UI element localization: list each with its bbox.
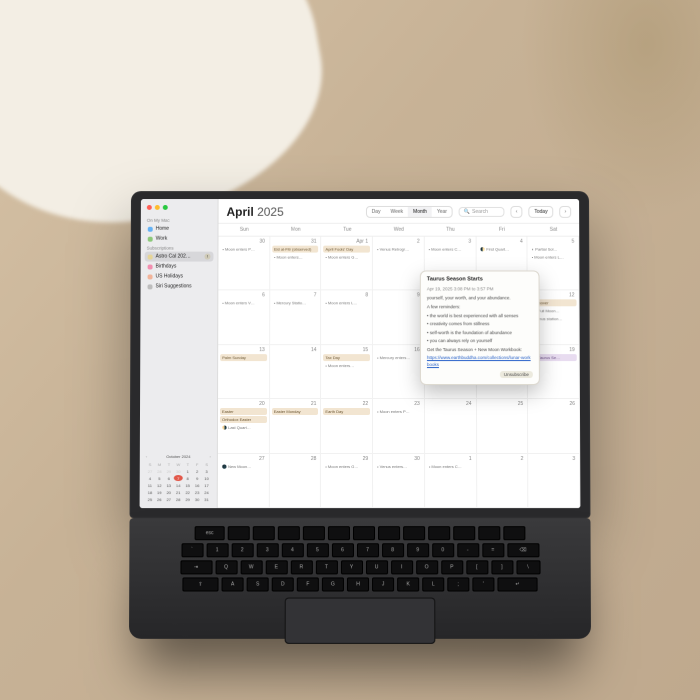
event-pill[interactable]: 🌑 New Moon… [220, 463, 267, 470]
day-cell[interactable]: 9 [373, 291, 425, 345]
view-year[interactable]: Year [432, 207, 452, 217]
search-icon: 🔍 [464, 209, 470, 215]
toolbar: April 2025 DayWeekMonthYear 🔍 Search ‹ T… [219, 199, 580, 224]
trackpad [285, 598, 436, 644]
day-cell[interactable]: 30• Moon enters P… [218, 237, 270, 291]
day-cell[interactable]: 1• Moon enters C… [425, 454, 477, 509]
day-cell[interactable]: 6• Moon enters V… [218, 291, 270, 345]
event-pill[interactable]: Easter [220, 408, 267, 415]
day-cell[interactable]: 29• Moon enters G… [321, 454, 373, 509]
popover-title: Taurus Season Starts [427, 276, 533, 284]
day-cell[interactable]: 13Palm Sunday [218, 345, 270, 399]
unsubscribe-button[interactable]: Unsubscribe [500, 371, 533, 378]
day-cell[interactable]: 21Easter Monday [270, 399, 322, 453]
mini-cal-prev[interactable]: ‹ [146, 454, 147, 459]
day-cell[interactable]: 20EasterOrthodox Easter🌗 Last Quart… [218, 399, 270, 453]
event-pill[interactable]: Tax Day [323, 354, 370, 361]
day-cell[interactable]: 8• Moon enters L… [321, 291, 373, 345]
day-cell[interactable]: Apr 1April Fools' Day• Moon enters G… [322, 237, 374, 291]
day-cell[interactable]: 15Tax Day• Moon enters… [321, 345, 373, 399]
sidebar-item[interactable]: Birthdays [145, 262, 214, 272]
view-day[interactable]: Day [367, 207, 386, 217]
sidebar-item[interactable]: Home [145, 224, 214, 234]
event-pill[interactable]: • Moon enters P… [220, 246, 267, 253]
event-pill[interactable]: 🌗 Last Quart… [220, 424, 267, 431]
event-pill[interactable]: • Venus Retrogr… [375, 246, 422, 253]
event-pill[interactable]: April Fools' Day [324, 246, 371, 253]
view-month[interactable]: Month [408, 207, 432, 217]
event-pill[interactable]: • Moon enters L… [323, 300, 370, 307]
sidebar-item[interactable]: Astro Cal 202…! [145, 252, 214, 262]
mini-cal-month: October 2024 [166, 454, 190, 459]
day-cell[interactable]: 25 [477, 399, 529, 453]
view-week[interactable]: Week [385, 207, 408, 217]
popover-link[interactable]: https://www.earthbuddha.com/collections/… [427, 355, 533, 368]
event-pill[interactable]: Earth Day [323, 408, 370, 415]
day-cell[interactable]: 2• Venus Retrogr… [373, 237, 425, 291]
day-cell[interactable]: 22Earth Day [321, 399, 373, 453]
event-pill[interactable]: • Moon enters L… [530, 254, 577, 261]
day-cell[interactable]: 27🌑 New Moon… [218, 454, 270, 509]
day-cell[interactable]: 24 [425, 399, 477, 453]
event-pill[interactable]: • Moon enters G… [323, 463, 370, 470]
search-input[interactable]: 🔍 Search [459, 207, 505, 217]
popover-time: Apr 19, 2025 3:08 PM to 3:57 PM [427, 286, 533, 292]
window-controls[interactable] [145, 203, 214, 214]
sidebar-item[interactable]: Siri Suggestions [145, 281, 214, 291]
event-pill[interactable]: ◐ Partial Sol… [530, 246, 577, 253]
day-cell[interactable]: 30• Venus enters… [373, 454, 425, 509]
sidebar-item[interactable]: Work [145, 234, 214, 244]
event-pill[interactable]: Palm Sunday [220, 354, 267, 361]
day-cell[interactable]: 16• Mercury enters… [373, 345, 425, 399]
event-pill[interactable]: • Mercury enters… [375, 354, 422, 361]
event-pill[interactable]: Orthodox Easter [220, 416, 267, 423]
day-cell[interactable]: 23• Moon enters P… [373, 399, 425, 453]
laptop-base: esc`1234567890-=⌫⇥QWERTYUIOP[]\⇪ASDFGHJK… [129, 518, 591, 639]
day-headers: SunMonTueWedThuFriSat [218, 224, 579, 237]
page-title: April 2025 [227, 205, 284, 219]
calendar-main: April 2025 DayWeekMonthYear 🔍 Search ‹ T… [218, 199, 581, 508]
calendar-sidebar: On My MacHomeWorkSubscriptionsAstro Cal … [140, 199, 219, 508]
event-pill[interactable]: • Mercury Statio… [272, 300, 319, 307]
event-pill[interactable]: 🌓 First Quart… [478, 246, 525, 253]
event-pill[interactable]: Eid al-Fitr (observed) [272, 246, 319, 253]
event-pill[interactable]: Easter Monday [272, 408, 319, 415]
event-popover: Taurus Season Starts Apr 19, 2025 3:08 P… [420, 270, 540, 384]
sidebar-item[interactable]: US Holidays [145, 271, 214, 281]
day-cell[interactable]: 7• Mercury Statio… [270, 291, 322, 345]
event-pill[interactable]: • Moon enters C… [427, 246, 474, 253]
day-cell[interactable]: 3 [528, 454, 580, 509]
event-pill[interactable]: • Venus enters… [375, 463, 422, 470]
day-cell[interactable]: 14 [270, 345, 322, 399]
day-cell[interactable]: 26 [528, 399, 580, 453]
day-cell[interactable]: 2 [477, 454, 529, 509]
event-pill[interactable]: • Moon enters C… [427, 463, 474, 470]
mini-cal-next[interactable]: › [210, 454, 211, 459]
event-pill[interactable]: • Moon enters… [272, 254, 319, 261]
day-cell[interactable]: 31Eid al-Fitr (observed)• Moon enters… [270, 237, 322, 291]
today-button[interactable]: Today [528, 206, 553, 218]
event-pill[interactable]: • Moon enters V… [220, 300, 267, 307]
event-pill[interactable]: • Moon enters… [323, 362, 370, 369]
prev-month-button[interactable]: ‹ [511, 206, 523, 218]
event-pill[interactable]: • Moon enters P… [375, 408, 422, 415]
view-segment[interactable]: DayWeekMonthYear [366, 206, 453, 218]
mini-calendar[interactable]: ‹ October 2024 › SMTWTFS2728293012345678… [144, 452, 213, 504]
day-cell[interactable]: 28 [270, 454, 322, 509]
event-pill[interactable]: • Moon enters G… [324, 254, 371, 261]
next-month-button[interactable]: › [560, 206, 572, 218]
